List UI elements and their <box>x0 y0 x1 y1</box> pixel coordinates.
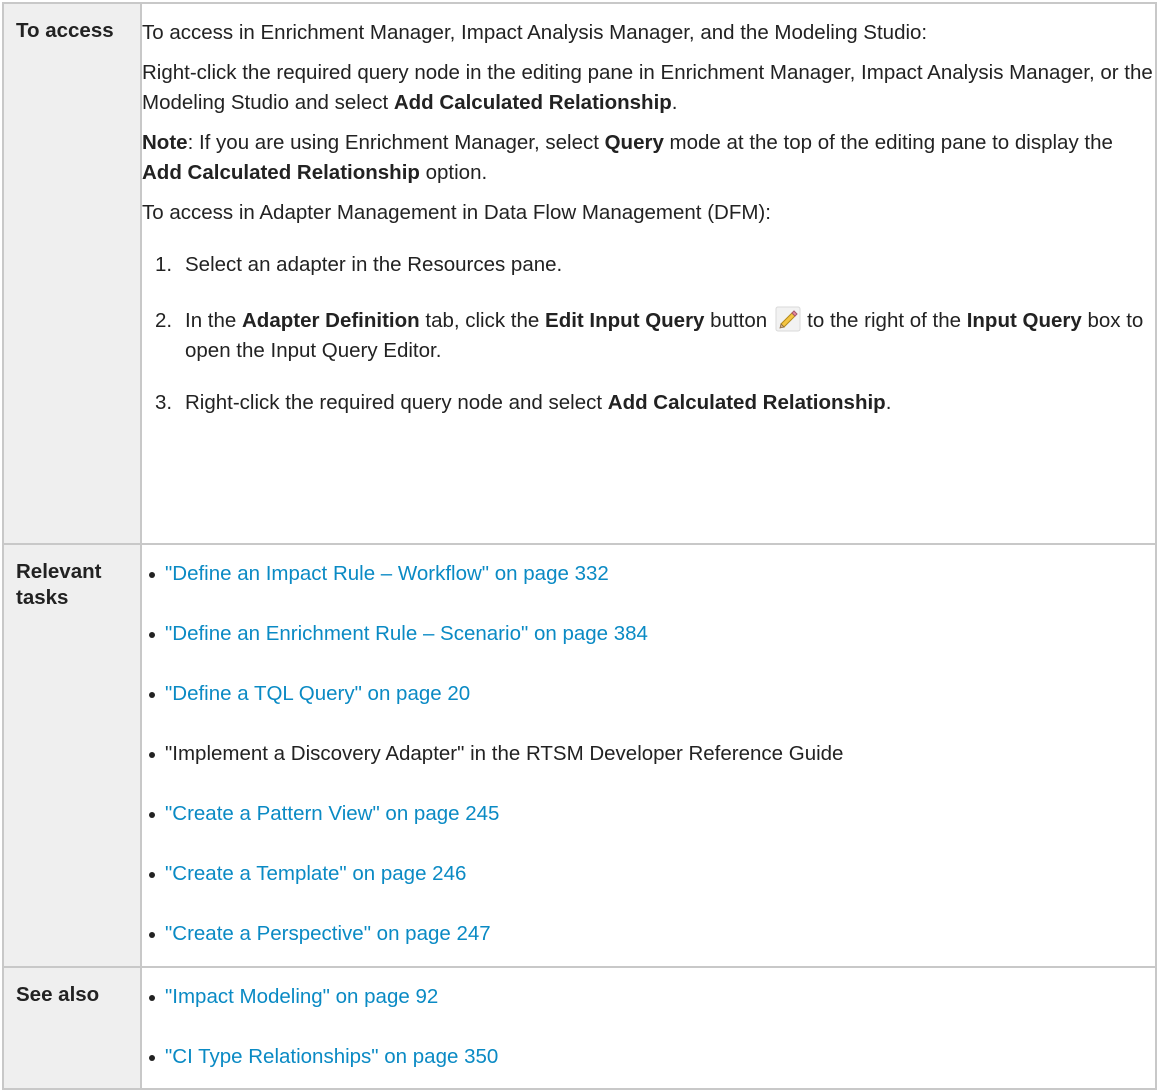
list-item: "Create a Pattern View" on page 245 <box>143 799 1155 829</box>
step-3-bold-1: Add Calculated Relationship <box>607 391 886 414</box>
bullet-icon <box>149 752 155 758</box>
list-item: "Define an Enrichment Rule – Scenario" o… <box>143 619 1155 649</box>
see-also-content: "Impact Modeling" on page 92 "CI Type Re… <box>140 966 1157 1090</box>
step-1-number: 1. <box>155 253 173 276</box>
note-bold-1: Query <box>604 131 664 154</box>
step-1-text: Select an adapter in the Resources pane. <box>185 253 563 276</box>
bullet-icon <box>149 572 155 578</box>
relevant-tasks-label: Relevant tasks <box>16 560 102 609</box>
list-item: "Create a Template" on page 246 <box>143 859 1155 889</box>
list-item: "Define a TQL Query" on page 20 <box>143 679 1155 709</box>
bullet-icon <box>149 632 155 638</box>
to-access-label: To access <box>16 19 114 42</box>
task-link-pattern-view[interactable]: "Create a Pattern View" on page 245 <box>165 802 499 825</box>
bullet-icon <box>149 1055 155 1061</box>
step-2-number: 2. <box>155 309 173 332</box>
see-also-link-ci-type-relationships[interactable]: "CI Type Relationships" on page 350 <box>165 1045 498 1068</box>
pencil-icon[interactable] <box>775 306 801 332</box>
list-item: "Create a Perspective" on page 247 <box>143 919 1155 949</box>
list-item: "Define an Impact Rule – Workflow" on pa… <box>143 559 1155 589</box>
task-link-impact-rule[interactable]: "Define an Impact Rule – Workflow" on pa… <box>165 562 609 585</box>
step-3-text-2: . <box>885 391 892 414</box>
step-3: 3. Right-click the required query node a… <box>155 388 1155 418</box>
step-2-bold-3: Input Query <box>966 309 1082 332</box>
relevant-tasks-list: "Define an Impact Rule – Workflow" on pa… <box>142 559 1155 949</box>
task-link-perspective[interactable]: "Create a Perspective" on page 247 <box>165 922 491 945</box>
note-paragraph: Note: If you are using Enrichment Manage… <box>142 128 1155 188</box>
right-click-bold: Add Calculated Relationship <box>393 91 672 114</box>
see-also-link-impact-modeling[interactable]: "Impact Modeling" on page 92 <box>165 985 438 1008</box>
list-item: "Impact Modeling" on page 92 <box>143 982 1155 1012</box>
relevant-tasks-content: "Define an Impact Rule – Workflow" on pa… <box>140 543 1157 968</box>
note-text-2: mode at the top of the editing pane to d… <box>663 131 1113 154</box>
step-3-text-1: Right-click the required query node and … <box>185 391 608 414</box>
to-access-content: To access in Enrichment Manager, Impact … <box>140 2 1157 545</box>
reference-table: To access To access in Enrichment Manage… <box>2 2 1157 1090</box>
task-link-template[interactable]: "Create a Template" on page 246 <box>165 862 466 885</box>
note-text-1: : If you are using Enrichment Manager, s… <box>187 131 605 154</box>
bullet-icon <box>149 932 155 938</box>
step-2-bold-2: Edit Input Query <box>545 309 705 332</box>
see-also-list: "Impact Modeling" on page 92 "CI Type Re… <box>142 982 1155 1072</box>
bullet-icon <box>149 692 155 698</box>
step-2-text-2: tab, click the <box>419 309 546 332</box>
task-link-enrichment-rule[interactable]: "Define an Enrichment Rule – Scenario" o… <box>165 622 648 645</box>
step-2: 2. In the Adapter Definition tab, click … <box>155 306 1155 366</box>
relevant-tasks-row: Relevant tasks "Define an Impact Rule – … <box>2 543 1157 968</box>
step-2-text-1: In the <box>185 309 242 332</box>
right-click-instruction: Right-click the required query node in t… <box>142 58 1155 118</box>
list-item: "CI Type Relationships" on page 350 <box>143 1042 1155 1072</box>
see-also-header-cell: See also <box>2 966 142 1090</box>
dfm-steps-list: 1. Select an adapter in the Resources pa… <box>142 250 1155 418</box>
step-2-bold-1: Adapter Definition <box>242 309 420 332</box>
to-access-header-cell: To access <box>2 2 142 545</box>
note-text-3: option. <box>419 161 488 184</box>
dfm-intro: To access in Adapter Management in Data … <box>142 201 771 224</box>
see-also-label: See also <box>16 983 100 1006</box>
bullet-icon <box>149 872 155 878</box>
step-2-text-3: button <box>704 309 768 332</box>
list-item: "Implement a Discovery Adapter" in the R… <box>143 739 1155 769</box>
task-link-tql-query[interactable]: "Define a TQL Query" on page 20 <box>165 682 470 705</box>
step-2-text-4: to the right of the <box>807 309 967 332</box>
to-access-row: To access To access in Enrichment Manage… <box>2 2 1157 545</box>
right-click-end: . <box>671 91 678 114</box>
note-label: Note <box>142 131 188 154</box>
bullet-icon <box>149 812 155 818</box>
task-discovery-adapter-text: "Implement a Discovery Adapter" in the R… <box>165 742 844 765</box>
see-also-row: See also "Impact Modeling" on page 92 "C… <box>2 966 1157 1090</box>
bullet-icon <box>149 995 155 1001</box>
relevant-tasks-header-cell: Relevant tasks <box>2 543 142 968</box>
to-access-intro: To access in Enrichment Manager, Impact … <box>142 21 928 44</box>
note-bold-2: Add Calculated Relationship <box>142 161 420 184</box>
step-3-number: 3. <box>155 391 173 414</box>
step-1: 1. Select an adapter in the Resources pa… <box>155 250 1155 280</box>
